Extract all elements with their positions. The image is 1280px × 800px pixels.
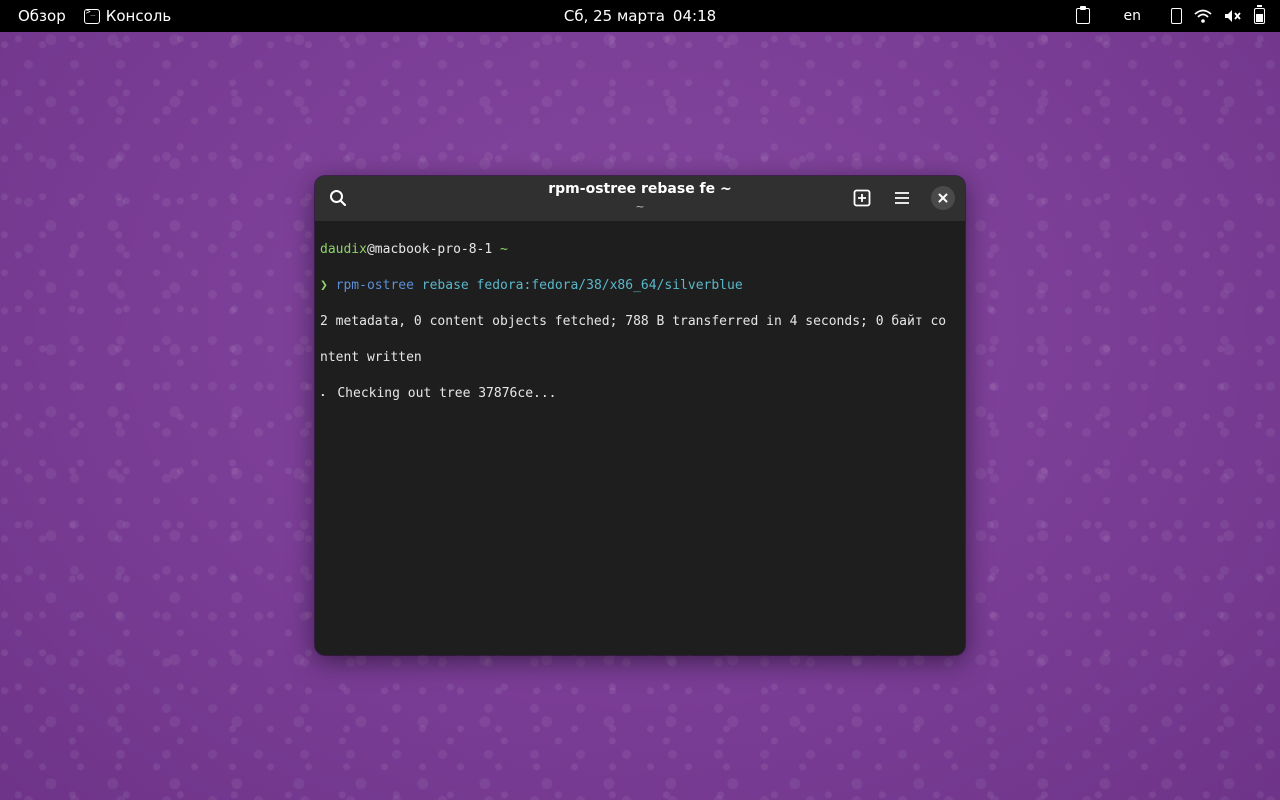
command-args: rebase fedora:fedora/38/x86_64/silverblu… [413,278,743,293]
top-bar: Сб, 25 марта 04:18 Обзор Консоль en [0,0,1280,32]
command-name: rpm-ostree [335,278,414,293]
terminal-icon [83,7,100,24]
output-line: 2 metadata, 0 content objects fetched; 7… [320,314,947,329]
prompt-at: @ [366,242,375,257]
clipboard-icon [1075,6,1090,24]
terminal-window[interactable]: rpm-ostree rebase fe ~ ~ daudix@macbook-… [315,176,965,655]
progress-line: ⠄ Checking out tree 37876ce... [320,386,557,401]
clock-date[interactable]: Сб, 25 марта [564,7,665,25]
close-icon [938,193,948,203]
clock-time[interactable]: 04:18 [673,7,716,25]
new-tab-button[interactable] [850,186,874,210]
app-menu-button[interactable]: Консоль [83,0,172,32]
header-bar[interactable]: rpm-ostree rebase fe ~ ~ [315,176,965,221]
device-icon [1171,8,1182,24]
wifi-icon [1194,9,1212,23]
close-window-button[interactable] [931,186,955,210]
activities-button[interactable]: Обзор [0,0,84,32]
prompt-dir: ~ [492,242,508,257]
input-source-indicator[interactable]: en [1124,0,1142,32]
prompt-user: daudix [320,242,367,257]
battery-charging-icon [1254,5,1265,24]
prompt-host: macbook-pro-8-1 [374,242,493,257]
volume-muted-icon [1225,10,1241,22]
input-source-label: en [1123,8,1142,24]
prompt-line: daudix@macbook-pro-8-1 ~ [320,241,960,259]
prompt-symbol: ❯ [320,278,336,293]
activities-label: Обзор [18,7,66,25]
app-menu-label: Консоль [105,7,172,25]
new-tab-icon [853,189,871,207]
clipboard-indicator[interactable] [1075,0,1124,32]
main-menu-button[interactable] [890,186,914,210]
hamburger-menu-icon [895,192,909,204]
system-status-menu[interactable] [1171,0,1265,32]
command-line: ❯ rpm-ostree rebase fedora:fedora/38/x86… [320,277,960,295]
terminal-output[interactable]: daudix@macbook-pro-8-1 ~ ❯ rpm-ostree re… [320,223,960,643]
output-line: ntent written [320,350,422,365]
